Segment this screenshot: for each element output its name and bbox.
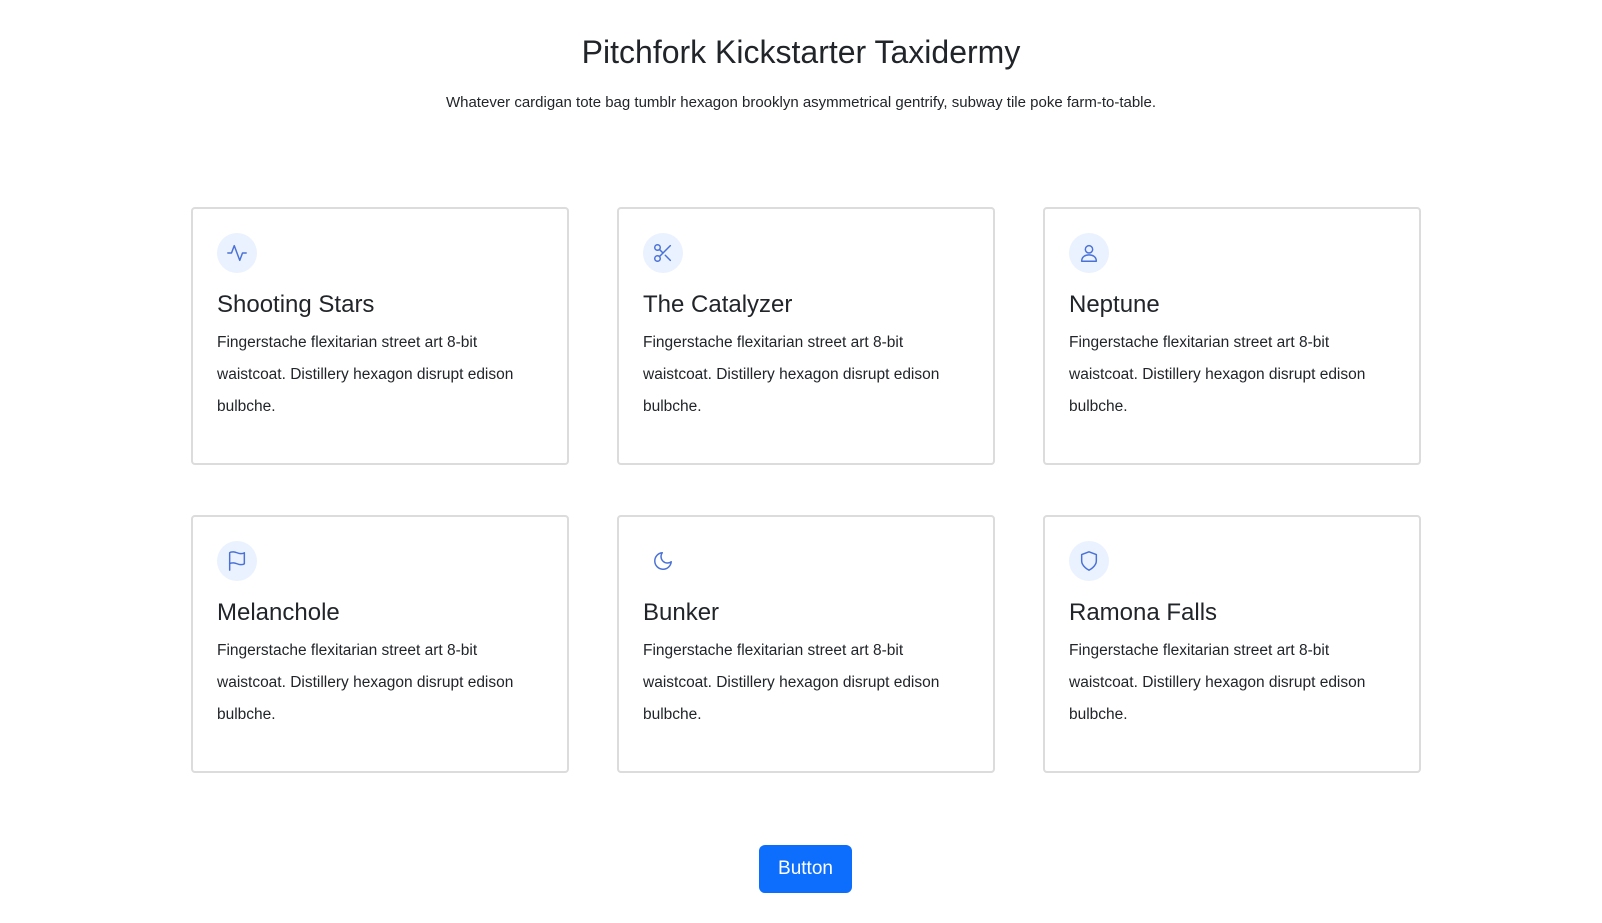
user-icon xyxy=(1069,233,1109,273)
feature-card-shooting-stars: Shooting Stars Fingerstache flexitarian … xyxy=(191,207,569,465)
card-title: Bunker xyxy=(643,599,720,626)
card-text: Fingerstache flexitarian street art 8-bi… xyxy=(217,334,514,415)
pulse-icon xyxy=(217,233,257,273)
card-text: Fingerstache flexitarian street art 8-bi… xyxy=(1069,334,1366,415)
flag-icon xyxy=(217,541,257,581)
card-text: Fingerstache flexitarian street art 8-bi… xyxy=(643,334,940,415)
card-text: Fingerstache flexitarian street art 8-bi… xyxy=(643,642,940,723)
card-title: Melanchole xyxy=(217,599,340,626)
card-title: Ramona Falls xyxy=(1069,599,1218,626)
feature-card-neptune: Neptune Fingerstache flexitarian street … xyxy=(1043,207,1421,465)
page-title: Pitchfork Kickstarter Taxidermy xyxy=(581,34,1021,70)
card-title: The Catalyzer xyxy=(643,291,793,318)
moon-icon xyxy=(643,541,683,581)
shield-icon xyxy=(1069,541,1109,581)
card-title: Shooting Stars xyxy=(217,291,375,318)
card-text: Fingerstache flexitarian street art 8-bi… xyxy=(1069,642,1366,723)
feature-card-melanchole: Melanchole Fingerstache flexitarian stre… xyxy=(191,515,569,773)
card-text: Fingerstache flexitarian street art 8-bi… xyxy=(217,642,514,723)
card-title: Neptune xyxy=(1069,291,1160,318)
scissors-icon xyxy=(643,233,683,273)
page-subtitle: Whatever cardigan tote bag tumblr hexago… xyxy=(445,94,1157,111)
feature-card-bunker: Bunker Fingerstache flexitarian street a… xyxy=(617,515,995,773)
feature-grid: Shooting Stars Fingerstache flexitarian … xyxy=(191,207,1422,773)
feature-card-the-catalyzer: The Catalyzer Fingerstache flexitarian s… xyxy=(617,207,995,465)
feature-card-ramona-falls: Ramona Falls Fingerstache flexitarian st… xyxy=(1043,515,1421,773)
primary-button[interactable]: Button xyxy=(759,845,852,893)
